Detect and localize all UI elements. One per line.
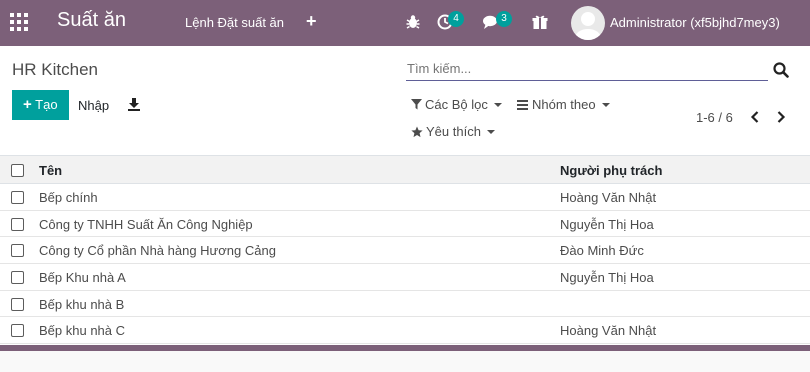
table-row[interactable]: Bếp khu nhà B: [0, 291, 810, 318]
gift-icon[interactable]: [531, 13, 549, 31]
activity-badge: 4: [448, 11, 464, 27]
chevron-right-icon[interactable]: [774, 109, 788, 125]
plus-icon: +: [23, 96, 32, 113]
cell-name: Công ty TNHH Suất Ăn Công Nghiệp: [39, 216, 253, 232]
bug-icon[interactable]: [404, 13, 422, 31]
select-all-checkbox[interactable]: [11, 164, 24, 177]
favorites-dropdown[interactable]: Yêu thích: [411, 124, 495, 139]
breadcrumb: HR Kitchen: [12, 60, 98, 79]
user-avatar[interactable]: [571, 6, 605, 40]
chevron-left-icon[interactable]: [748, 109, 762, 125]
cell-responsible: Đào Minh Đức: [560, 243, 644, 259]
cell-responsible: Nguyễn Thị Hoa: [560, 216, 654, 232]
list-icon: [517, 99, 528, 110]
cell-name: Bếp khu nhà C: [39, 323, 126, 339]
row-checkbox[interactable]: [11, 244, 24, 258]
top-navbar: Suất ăn Lệnh Đặt suất ăn + 4 3 Administr…: [0, 0, 810, 46]
apps-menu-icon[interactable]: [10, 13, 28, 31]
cell-responsible: Hoàng Văn Nhật: [560, 190, 657, 205]
filter-icon: [411, 99, 422, 110]
user-avatar-icon: [575, 12, 601, 40]
row-checkbox[interactable]: [11, 191, 24, 204]
column-header-responsible[interactable]: Người phụ trách: [560, 163, 662, 178]
create-button[interactable]: + Tạo: [12, 90, 69, 120]
search-box: [406, 59, 768, 81]
chevron-down-icon: [601, 102, 610, 107]
pager-value[interactable]: 1-6 / 6: [696, 110, 733, 125]
cell-responsible: Hoàng Văn Nhật: [560, 323, 657, 339]
table-header: Tên Người phụ trách: [0, 156, 810, 184]
table-row[interactable]: Công ty Cổ phần Nhà hàng Hương Cảng Đào …: [0, 237, 810, 265]
row-checkbox[interactable]: [11, 217, 24, 231]
app-title[interactable]: Suất ăn: [57, 9, 126, 32]
user-menu[interactable]: Administrator (xf5bjhd7mey3): [610, 15, 780, 30]
table-row[interactable]: Bếp chính Hoàng Văn Nhật: [0, 184, 810, 211]
search-icon[interactable]: [773, 62, 789, 78]
create-button-label: Tạo: [35, 97, 58, 112]
groupby-dropdown[interactable]: Nhóm theo: [517, 97, 610, 112]
row-checkbox[interactable]: [11, 271, 24, 285]
control-panel: HR Kitchen + Tạo Nhập Các Bộ lọc Nhóm th…: [0, 46, 810, 156]
favorites-label: Yêu thích: [426, 124, 481, 139]
cell-name: Bếp khu nhà B: [39, 296, 125, 312]
filters-label: Các Bộ lọc: [425, 97, 488, 112]
table-row[interactable]: Bếp Khu nhà A Nguyễn Thị Hoa: [0, 264, 810, 291]
table-row[interactable]: Bếp khu nhà C Hoàng Văn Nhật: [0, 317, 810, 345]
cell-responsible: Nguyễn Thị Hoa: [560, 270, 654, 286]
download-icon[interactable]: [127, 97, 141, 111]
add-icon[interactable]: +: [306, 11, 317, 32]
chevron-down-icon: [493, 102, 502, 107]
menu-order-link[interactable]: Lệnh Đặt suất ăn: [185, 15, 284, 30]
cell-name: Bếp Khu nhà A: [39, 270, 126, 286]
messages-badge: 3: [496, 11, 512, 27]
table-row[interactable]: Công ty TNHH Suất Ăn Công Nghiệp Nguyễn …: [0, 211, 810, 238]
cell-name: Bếp chính: [39, 190, 98, 205]
row-checkbox[interactable]: [11, 297, 24, 311]
chevron-down-icon: [486, 129, 495, 134]
cell-name: Công ty Cổ phần Nhà hàng Hương Cảng: [39, 243, 276, 259]
filters-dropdown[interactable]: Các Bộ lọc: [411, 97, 502, 112]
search-input[interactable]: [406, 59, 768, 78]
row-checkbox[interactable]: [11, 324, 24, 338]
star-icon: [411, 126, 423, 137]
import-button[interactable]: Nhập: [78, 98, 109, 113]
column-header-name[interactable]: Tên: [39, 163, 62, 178]
list-view: Tên Người phụ trách Bếp chính Hoàng Văn …: [0, 156, 810, 345]
page-footer: [0, 351, 810, 372]
groupby-label: Nhóm theo: [532, 97, 596, 112]
